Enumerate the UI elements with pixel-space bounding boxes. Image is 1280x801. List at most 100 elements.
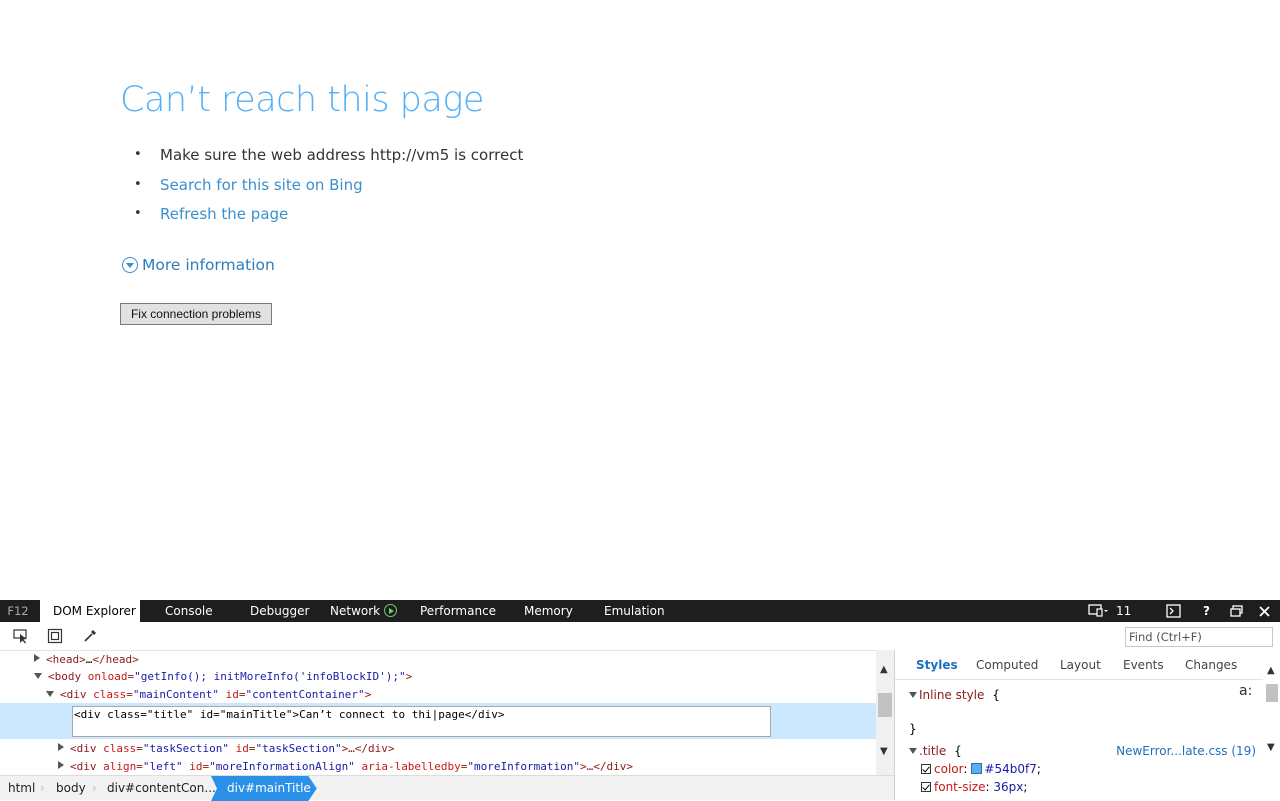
page-title: Can’t reach this page bbox=[120, 80, 484, 120]
style-prop-color[interactable]: color: #54b0f7; bbox=[921, 762, 1041, 776]
prop-color-name: color bbox=[934, 762, 964, 776]
tab-changes[interactable]: Changes bbox=[1185, 658, 1237, 672]
scroll-thumb[interactable] bbox=[1266, 684, 1278, 702]
more-information-toggle[interactable]: More information bbox=[122, 256, 275, 274]
dom-node-more-info[interactable]: <div align="left" id="moreInformationAli… bbox=[58, 758, 633, 775]
breadcrumb-body[interactable]: body bbox=[56, 776, 86, 801]
document-mode-value[interactable]: 11 bbox=[1116, 604, 1131, 618]
undock-icon[interactable] bbox=[1230, 605, 1243, 617]
tab-emulation[interactable]: Emulation bbox=[604, 600, 665, 622]
dom-node-head[interactable]: <head>…</head> bbox=[34, 651, 139, 669]
tab-console[interactable]: Console bbox=[165, 600, 213, 622]
dom-main-val2: "contentContainer" bbox=[245, 688, 365, 701]
dom-main-val1: "mainContent" bbox=[132, 688, 219, 701]
tab-events[interactable]: Events bbox=[1123, 658, 1164, 672]
checkbox-icon[interactable] bbox=[921, 764, 931, 774]
collapse-icon[interactable] bbox=[34, 673, 42, 679]
dom-body-tag: <body bbox=[48, 670, 88, 683]
inline-style-rule[interactable]: Inline style { bbox=[909, 688, 1000, 702]
scroll-down-icon[interactable]: ▼ bbox=[1267, 742, 1275, 753]
tab-layout[interactable]: Layout bbox=[1060, 658, 1101, 672]
dom-task-attr2: id bbox=[235, 742, 249, 755]
collapse-icon[interactable] bbox=[909, 692, 917, 698]
dom-task-attr1: class bbox=[103, 742, 137, 755]
breadcrumb-separator: › bbox=[40, 781, 45, 795]
record-icon[interactable] bbox=[384, 604, 398, 617]
color-picker-button[interactable] bbox=[82, 628, 98, 644]
dom-toolbar: Find (Ctrl+F) bbox=[0, 622, 1280, 650]
dom-body-val: "getInfo(); initMoreInfo('infoBlockID');… bbox=[134, 670, 406, 683]
console-toggle-button[interactable] bbox=[1166, 600, 1181, 622]
tab-memory[interactable]: Memory bbox=[524, 600, 573, 622]
scroll-thumb[interactable] bbox=[878, 693, 892, 717]
styles-scrollbar[interactable]: ▲ ▼ bbox=[1263, 660, 1280, 800]
dom-scrollbar[interactable]: ▲ ▼ bbox=[876, 650, 894, 775]
breadcrumb-content-container[interactable]: div#contentCon... bbox=[107, 776, 216, 801]
undock-button[interactable] bbox=[1230, 600, 1243, 622]
dom-more-val1: "left" bbox=[142, 760, 183, 773]
selected-dom-node[interactable]: <div class="title" id="mainTitle">Can’t … bbox=[0, 703, 876, 739]
dom-node-task-section[interactable]: <div class="taskSection" id="taskSection… bbox=[58, 740, 395, 758]
collapse-icon[interactable] bbox=[909, 748, 917, 754]
find-input[interactable]: Find (Ctrl+F) bbox=[1125, 627, 1273, 647]
help-icon[interactable]: ? bbox=[1203, 600, 1210, 622]
prop-font-size-value[interactable]: 36px bbox=[993, 780, 1023, 794]
search-bing-link[interactable]: Search for this site on Bing bbox=[146, 176, 363, 194]
expand-icon[interactable] bbox=[58, 761, 64, 769]
scroll-up-icon[interactable]: ▲ bbox=[1267, 665, 1275, 676]
dom-node-body[interactable]: <body onload="getInfo(); initMoreInfo('i… bbox=[34, 668, 412, 686]
expand-icon[interactable] bbox=[34, 654, 40, 662]
scroll-down-icon[interactable]: ▼ bbox=[880, 746, 888, 757]
monitor-icon[interactable] bbox=[1088, 604, 1108, 618]
tab-debugger[interactable]: Debugger bbox=[250, 600, 309, 622]
stylesheet-source-link[interactable]: NewError...late.css (19) bbox=[1116, 744, 1256, 758]
dom-node-main-content[interactable]: <div class="mainContent" id="contentCont… bbox=[46, 686, 371, 704]
devtools-panel: F12 DOM Explorer Console Debugger Networ… bbox=[0, 600, 1280, 801]
tab-dom-explorer[interactable]: DOM Explorer bbox=[40, 600, 140, 622]
close-icon[interactable] bbox=[1259, 605, 1270, 617]
eyedropper-icon[interactable] bbox=[82, 628, 98, 644]
select-element-icon[interactable] bbox=[13, 628, 29, 644]
dom-body-attr: onload bbox=[87, 670, 128, 683]
dom-head-close: </head> bbox=[92, 653, 139, 666]
refresh-link[interactable]: Refresh the page bbox=[146, 205, 288, 223]
html-edit-field[interactable]: <div class="title" id="mainTitle">Can’t … bbox=[72, 706, 771, 737]
title-rule[interactable]: .title { bbox=[909, 744, 962, 758]
tab-network[interactable]: Network bbox=[330, 600, 398, 622]
dom-task-tag: <div bbox=[70, 742, 104, 755]
highlight-button[interactable] bbox=[47, 628, 63, 644]
chevron-down-circle-icon[interactable] bbox=[122, 257, 138, 273]
expand-icon[interactable] bbox=[58, 743, 64, 751]
console-icon[interactable] bbox=[1166, 604, 1181, 618]
highlight-box-icon[interactable] bbox=[47, 628, 63, 644]
dom-tree[interactable]: <head>…</head> <body onload="getInfo(); … bbox=[0, 650, 876, 775]
tab-computed[interactable]: Computed bbox=[976, 658, 1038, 672]
color-swatch[interactable] bbox=[971, 763, 983, 774]
task-search-bing[interactable]: Search for this site on Bing bbox=[134, 174, 523, 204]
scroll-up-icon[interactable]: ▲ bbox=[880, 664, 888, 675]
tab-styles[interactable]: Styles bbox=[916, 658, 958, 672]
task-check-address: Make sure the web address http://vm5 is … bbox=[134, 144, 523, 174]
font-toggle-icon[interactable]: a: bbox=[1239, 683, 1252, 699]
task-list: Make sure the web address http://vm5 is … bbox=[134, 144, 523, 233]
document-mode-selector[interactable]: 11 bbox=[1088, 600, 1131, 622]
prop-color-value[interactable]: #54b0f7 bbox=[984, 762, 1036, 776]
task-refresh[interactable]: Refresh the page bbox=[134, 203, 523, 233]
prop-font-size-name: font-size bbox=[934, 780, 986, 794]
collapse-icon[interactable] bbox=[46, 691, 54, 697]
close-button[interactable] bbox=[1259, 600, 1270, 622]
checkbox-icon[interactable] bbox=[921, 782, 931, 792]
inline-close-brace: } bbox=[909, 722, 917, 736]
style-prop-font-size[interactable]: font-size: 36px; bbox=[921, 780, 1027, 794]
dom-main-attr2: id bbox=[225, 688, 239, 701]
inline-open-brace: { bbox=[992, 688, 1000, 702]
more-information-label[interactable]: More information bbox=[142, 256, 275, 274]
tab-performance[interactable]: Performance bbox=[420, 600, 496, 622]
dom-more-tag: <div bbox=[70, 760, 104, 773]
inline-style-label: Inline style bbox=[919, 688, 985, 702]
breadcrumb-html[interactable]: html bbox=[8, 776, 35, 801]
breadcrumb-main-title[interactable]: div#mainTitle bbox=[211, 776, 317, 801]
tab-network-label[interactable]: Network bbox=[330, 604, 380, 618]
select-element-button[interactable] bbox=[13, 628, 29, 644]
fix-connection-button[interactable]: Fix connection problems bbox=[120, 303, 272, 325]
